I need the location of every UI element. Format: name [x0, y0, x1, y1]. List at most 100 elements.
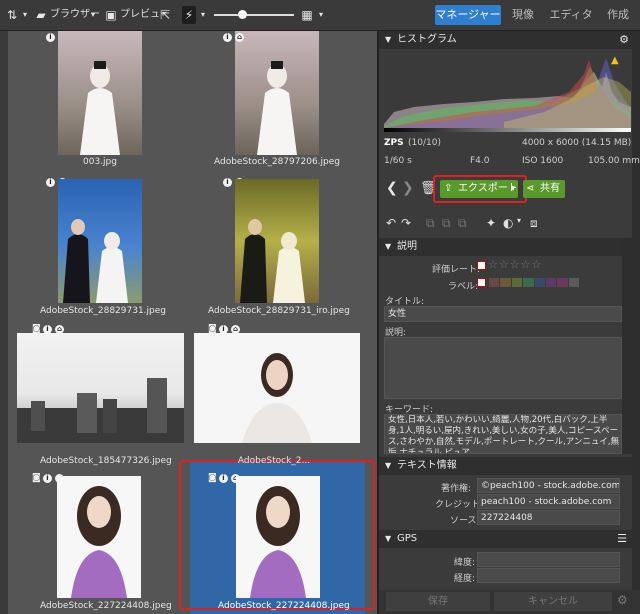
left-edge-strip — [0, 31, 8, 614]
caption-textarea[interactable] — [384, 337, 622, 399]
menu-icon[interactable]: ☰ — [617, 530, 627, 548]
text-info-title: テキスト情報 — [397, 460, 457, 471]
panel-scrollbar[interactable] — [632, 31, 640, 614]
thumbnail-image[interactable] — [235, 31, 319, 155]
collapse-triangle-icon[interactable]: ▼ — [385, 530, 391, 548]
share-icon: ⋖ — [526, 183, 535, 194]
external-open-icon[interactable]: ⇱ — [158, 0, 172, 30]
info-icon[interactable]: i — [223, 178, 232, 187]
copyright-input[interactable]: ©peach100 - stock.adobe.com — [477, 478, 620, 493]
thumbnail-image[interactable] — [194, 333, 360, 443]
color-label-icon[interactable]: ◐ — [503, 216, 513, 230]
thumbnail-image[interactable] — [235, 179, 319, 303]
chevron-down-icon[interactable]: ▾ — [316, 0, 326, 30]
settings-icon[interactable]: ⚙ — [617, 593, 628, 607]
description-scrollbar[interactable] — [622, 238, 632, 454]
thumbnail-image-selected[interactable] — [236, 476, 320, 598]
bride-figure-icon — [80, 61, 120, 155]
thumbnail-image[interactable] — [57, 476, 141, 598]
longitude-input[interactable] — [477, 568, 620, 583]
chevron-down-icon[interactable]: ▾ — [20, 0, 30, 30]
thumbnail-caption: AdobeStock_28829731.jpeg — [40, 306, 167, 316]
image-dimensions: 4000 x 6000 (14.15 MB) — [522, 138, 632, 148]
no-label-icon[interactable] — [477, 278, 486, 287]
histogram-title: ヒストグラム — [397, 34, 457, 45]
cancel-button[interactable]: キャンセル — [494, 592, 612, 611]
tag-icon[interactable]: ⌂ — [235, 33, 244, 42]
blue-swatch[interactable] — [534, 278, 545, 287]
stack-icon[interactable]: ⧈ — [530, 216, 538, 231]
chevron-down-icon[interactable]: ▾ — [511, 180, 515, 198]
copy-icon[interactable]: ⧉ — [426, 216, 435, 231]
latitude-input[interactable] — [477, 552, 620, 567]
collapse-triangle-icon[interactable]: ▼ — [385, 31, 391, 49]
camera-icon: ◙ — [32, 473, 41, 483]
duplicate-icon[interactable]: ⧉ — [458, 216, 467, 231]
histogram-header[interactable]: ▼ ヒストグラム ⚙ — [379, 31, 633, 49]
info-icon[interactable]: i — [43, 474, 52, 483]
collapse-triangle-icon[interactable]: ▼ — [385, 238, 391, 256]
magic-wand-icon[interactable]: ✦ — [486, 216, 496, 230]
next-icon[interactable]: ❯ — [402, 180, 414, 196]
save-button[interactable]: 保存 — [386, 592, 490, 611]
chevron-down-icon[interactable]: ▾ — [517, 216, 521, 225]
flash-icon[interactable]: ⚡ — [182, 6, 196, 24]
orange-swatch[interactable] — [500, 278, 511, 287]
credit-input[interactable]: peach100 - stock.adobe.com — [477, 494, 620, 509]
sort-icon[interactable]: ⇅ — [4, 0, 20, 30]
thumbnail-caption: AdobeStock_2... — [237, 456, 311, 466]
chevron-down-icon[interactable]: ▾ — [198, 0, 208, 30]
green-swatch[interactable] — [523, 278, 534, 287]
description-header[interactable]: ▼ 説明 — [379, 238, 633, 256]
yellow-swatch[interactable] — [511, 278, 523, 287]
zoom-slider-handle[interactable] — [238, 10, 247, 19]
source-input[interactable]: 227224408 — [477, 510, 620, 525]
title-input[interactable]: 女性 — [384, 306, 622, 322]
zoom-slider[interactable] — [214, 14, 294, 16]
focal-length: 105.00 mm — [588, 156, 640, 166]
longitude-label: 経度: — [454, 574, 476, 584]
color-label-swatches[interactable] — [489, 278, 579, 287]
couple-figure-icon — [63, 219, 128, 303]
thumbnail-caption: AdobeStock_28829731_iro.jpeg — [208, 306, 350, 316]
rotate-left-icon[interactable]: ↶ — [386, 216, 396, 230]
tab-develop[interactable]: 現像 — [505, 5, 541, 25]
gps-header[interactable]: ▼ GPS ☰ — [379, 530, 633, 548]
no-rating-icon[interactable] — [477, 261, 486, 270]
rating-stars[interactable]: ☆☆☆☆☆ — [488, 258, 542, 271]
settings-icon[interactable]: ⚙ — [619, 31, 629, 49]
info-icon[interactable]: i — [219, 474, 228, 483]
red-swatch[interactable] — [489, 278, 500, 287]
tab-create[interactable]: 作成 — [600, 5, 636, 25]
warning-icon: ▲ — [611, 55, 619, 66]
tab-editor[interactable]: エディター — [545, 5, 597, 41]
thumbnail-caption: AdobeStock_28797206.jpeg — [213, 157, 340, 167]
share-button[interactable]: ⋖ 共有 — [523, 180, 565, 198]
histogram-gradient-bar — [384, 128, 631, 132]
grid-icon[interactable]: ▦ — [300, 0, 314, 30]
info-icon[interactable]: i — [46, 178, 55, 187]
info-icon[interactable]: i — [46, 33, 55, 42]
purple-swatch[interactable] — [545, 278, 557, 287]
histogram-curves — [384, 58, 631, 130]
thumbnail-caption: AdobeStock_227224408.jpeg — [40, 601, 172, 611]
rotate-right-icon[interactable]: ↷ — [401, 216, 411, 230]
top-toolbar: ⇅ ▾ ▰ ブラウザー ▾ ▣ プレビュー ⇱ ⚡ ▾ ▦ ▾ マネージャー 現… — [0, 0, 640, 41]
thumbnail-image[interactable] — [58, 31, 142, 155]
panel-divider[interactable] — [377, 31, 379, 614]
thumbnail-image[interactable] — [17, 333, 184, 443]
paste-icon[interactable]: ⧉ — [442, 216, 451, 231]
collapse-triangle-icon[interactable]: ▼ — [385, 457, 391, 475]
chevron-down-icon[interactable]: ▾ — [88, 0, 98, 30]
gray-swatch[interactable] — [568, 278, 579, 287]
zps-label: ZPS — [384, 138, 404, 148]
text-info-header[interactable]: ▼ テキスト情報 — [379, 457, 633, 475]
export-button[interactable]: ⇪ エクスポート ▾ — [440, 180, 518, 198]
share-label: 共有 — [540, 183, 560, 194]
previous-icon[interactable]: ❮ — [386, 180, 398, 196]
tab-manager[interactable]: マネージャー — [435, 5, 501, 25]
thumbnail-image[interactable] — [58, 179, 142, 303]
pink-swatch[interactable] — [557, 278, 568, 287]
info-icon[interactable]: i — [223, 33, 232, 42]
keywords-textarea[interactable]: 女性,日本人,若い,かわいい,綺麗,人物,20代,白バック,上半身,1人,明るい… — [384, 414, 622, 454]
